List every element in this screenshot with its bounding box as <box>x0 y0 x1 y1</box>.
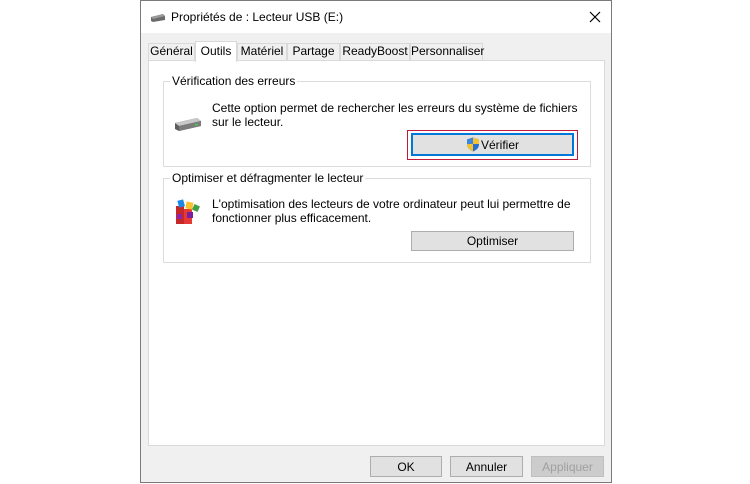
tab-personnaliser[interactable]: Personnaliser <box>410 43 484 60</box>
error-check-group: Vérification des erreurs Cette option pe… <box>163 74 591 167</box>
verify-button-label: Vérifier <box>480 137 519 152</box>
tab-panel-outils: Vérification des erreurs Cette option pe… <box>148 60 605 446</box>
optimize-description: L'optimisation des lecteurs de votre ord… <box>212 197 571 225</box>
tab-materiel[interactable]: Matériel <box>237 43 287 60</box>
tab-readyboost[interactable]: ReadyBoost <box>340 43 410 60</box>
usb-drive-icon <box>151 14 165 22</box>
ok-button[interactable]: OK <box>370 456 442 477</box>
close-button[interactable] <box>579 1 611 33</box>
uac-shield-icon <box>466 137 479 152</box>
cancel-button[interactable]: Annuler <box>450 456 523 477</box>
window-title: Propriétés de : Lecteur USB (E:) <box>171 10 344 24</box>
optimize-button[interactable]: Optimiser <box>411 231 574 251</box>
error-check-title: Vérification des erreurs <box>170 74 298 88</box>
title-bar[interactable]: Propriétés de : Lecteur USB (E:) <box>141 1 611 33</box>
properties-dialog: Propriétés de : Lecteur USB (E:) Général… <box>140 0 612 483</box>
optimize-group: Optimiser et défragmenter le lecteur L'o… <box>163 171 591 263</box>
optimize-title: Optimiser et défragmenter le lecteur <box>170 171 366 185</box>
tab-outils[interactable]: Outils <box>195 41 237 62</box>
verify-button[interactable]: Vérifier <box>411 133 574 156</box>
defrag-icon <box>176 199 200 224</box>
tab-partage[interactable]: Partage <box>287 43 340 60</box>
apply-button[interactable]: Appliquer <box>531 456 604 477</box>
tab-general[interactable]: Général <box>148 43 195 60</box>
drive-icon <box>175 118 201 131</box>
close-icon <box>589 11 601 23</box>
error-check-description: Cette option permet de rechercher les er… <box>212 101 578 129</box>
